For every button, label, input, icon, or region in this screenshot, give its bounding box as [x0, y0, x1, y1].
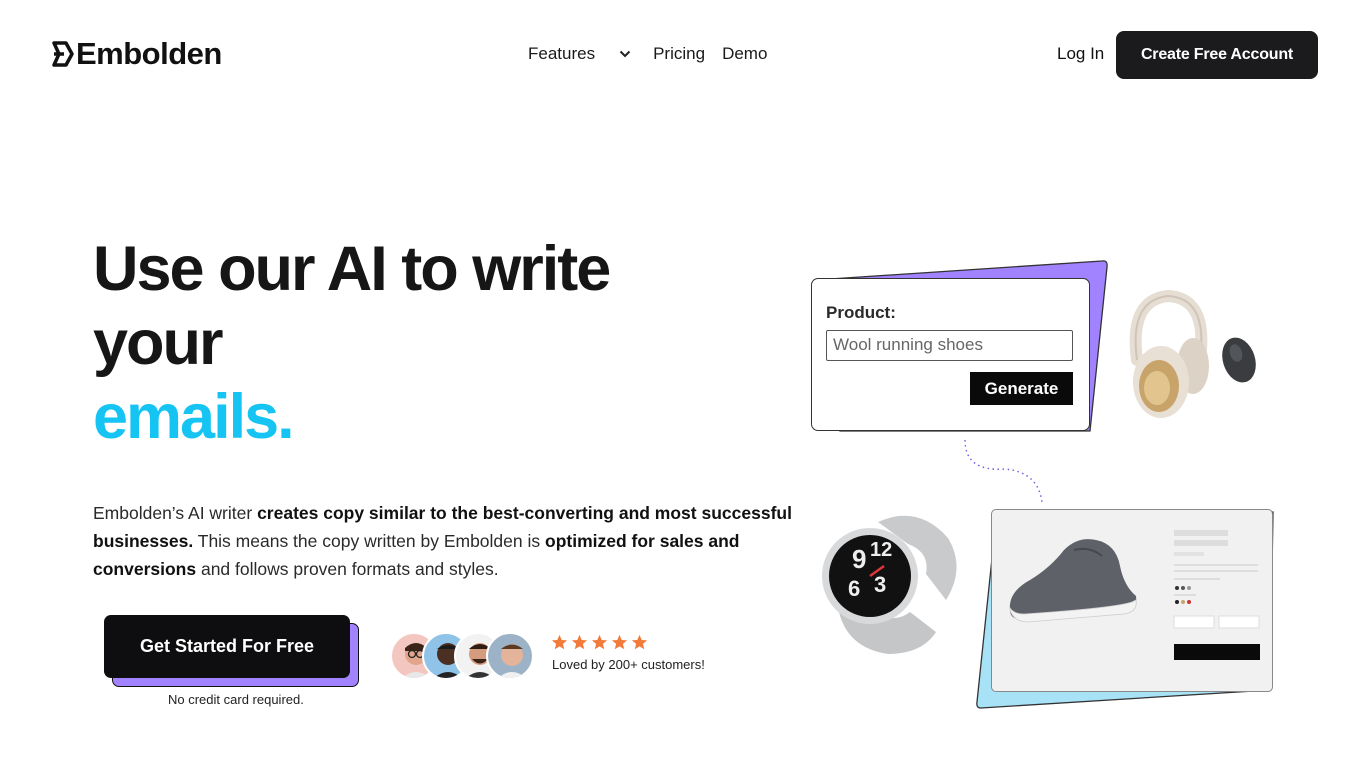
svg-text:3: 3 [874, 572, 886, 597]
chevron-down-icon [619, 50, 631, 58]
star-icon [551, 634, 568, 650]
login-link[interactable]: Log In [1057, 44, 1104, 64]
get-started-button[interactable]: Get Started For Free [104, 615, 350, 678]
desc-part-1: Embolden’s AI writer [93, 503, 258, 523]
embolden-logo-icon [52, 41, 74, 67]
shoe-icon [1009, 539, 1137, 623]
customer-avatars [390, 632, 540, 680]
star-icon [611, 634, 628, 650]
desc-part-3: This means the copy written by Embolden … [193, 531, 545, 551]
generator-card: Product: Wool running shoes Generate [811, 278, 1090, 431]
svg-text:9: 9 [852, 544, 866, 574]
no-card-note: No credit card required. [168, 692, 304, 707]
nav-features[interactable]: Features [528, 44, 653, 64]
main-nav: Features Pricing Demo [528, 44, 767, 64]
brand-name: Embolden [76, 36, 222, 71]
star-icon [631, 634, 648, 650]
page-details-icon [1173, 530, 1260, 660]
star-icon [571, 634, 588, 650]
headphones-icon [1129, 290, 1209, 418]
hero-description: Embolden’s AI writer creates copy simila… [93, 499, 793, 583]
generate-button[interactable]: Generate [970, 372, 1073, 405]
product-illustration: Product: Wool running shoes Generate 9 1… [800, 250, 1320, 720]
get-started-wrap: Get Started For Free [104, 615, 360, 689]
nav-features-label: Features [528, 44, 596, 63]
product-label: Product: [826, 303, 896, 322]
watch-icon: 9 12 6 3 [822, 515, 957, 654]
headline-accent: emails. [93, 382, 295, 452]
hero-headline: Use our AI to write your emails. [93, 232, 773, 454]
svg-text:12: 12 [870, 539, 892, 561]
nav-demo[interactable]: Demo [722, 44, 767, 64]
nav-pricing[interactable]: Pricing [653, 44, 705, 64]
product-input[interactable]: Wool running shoes [826, 330, 1073, 361]
create-account-button[interactable]: Create Free Account [1116, 31, 1318, 79]
svg-text:6: 6 [848, 576, 860, 601]
headline-line-2: your [93, 308, 224, 378]
loved-by-text: Loved by 200+ customers! [552, 657, 705, 672]
mouse-icon [1222, 337, 1256, 383]
star-icon [591, 634, 608, 650]
avatar [486, 632, 534, 680]
product-page-mockup [991, 509, 1273, 692]
logo[interactable]: Embolden [52, 36, 222, 72]
headline-line-1: Use our AI to write [93, 234, 611, 304]
rating-stars [551, 634, 648, 651]
desc-part-5: and follows proven formats and styles. [196, 559, 499, 579]
